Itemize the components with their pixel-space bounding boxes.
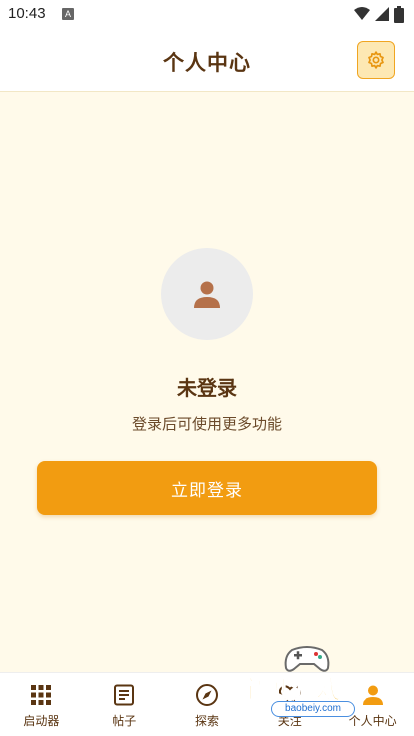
nav-item-explore[interactable]: 探索 — [166, 673, 249, 736]
nav-label: 关注 — [277, 714, 302, 728]
nav-item-profile[interactable]: 个人中心 — [331, 673, 414, 736]
person-icon — [361, 683, 385, 707]
nav-item-launcher[interactable]: 启动器 — [0, 673, 83, 736]
wifi-icon — [354, 7, 370, 20]
nav-label: 个人中心 — [348, 714, 397, 728]
status-bar: 10:43 A — [0, 0, 414, 30]
grid-icon — [29, 683, 53, 707]
login-hint-text: 登录后可使用更多功能 — [131, 415, 282, 433]
nav-item-posts[interactable]: 帖子 — [83, 673, 166, 736]
settings-button[interactable] — [357, 41, 395, 79]
user-icon — [194, 281, 220, 308]
bottom-navigation: 启动器 帖子 探索 关注 个人中心 — [0, 672, 414, 736]
nav-label: 帖子 — [112, 714, 137, 728]
nav-item-follow[interactable]: 关注 — [248, 673, 331, 736]
avatar[interactable] — [161, 248, 253, 340]
notification-icon: A — [62, 8, 74, 20]
login-status-title: 未登录 — [177, 376, 237, 400]
document-icon — [112, 683, 136, 707]
top-app-bar: 个人中心 — [0, 30, 414, 92]
page-title: 个人中心 — [163, 51, 251, 75]
heart-icon — [278, 683, 302, 707]
signal-icon — [375, 7, 389, 21]
status-time: 10:43 — [8, 5, 46, 22]
battery-icon — [394, 6, 404, 23]
nav-label: 启动器 — [23, 714, 60, 728]
compass-icon — [195, 683, 219, 707]
gear-icon — [368, 51, 384, 69]
gamepad-icon — [284, 646, 330, 672]
login-button[interactable]: 立即登录 — [37, 461, 377, 515]
nav-label: 探索 — [194, 714, 219, 728]
